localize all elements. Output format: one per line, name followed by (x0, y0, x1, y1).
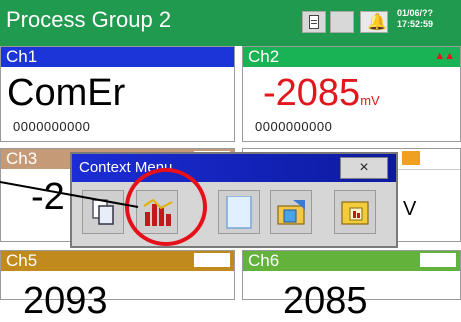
callout-pointer-line (0, 181, 139, 208)
